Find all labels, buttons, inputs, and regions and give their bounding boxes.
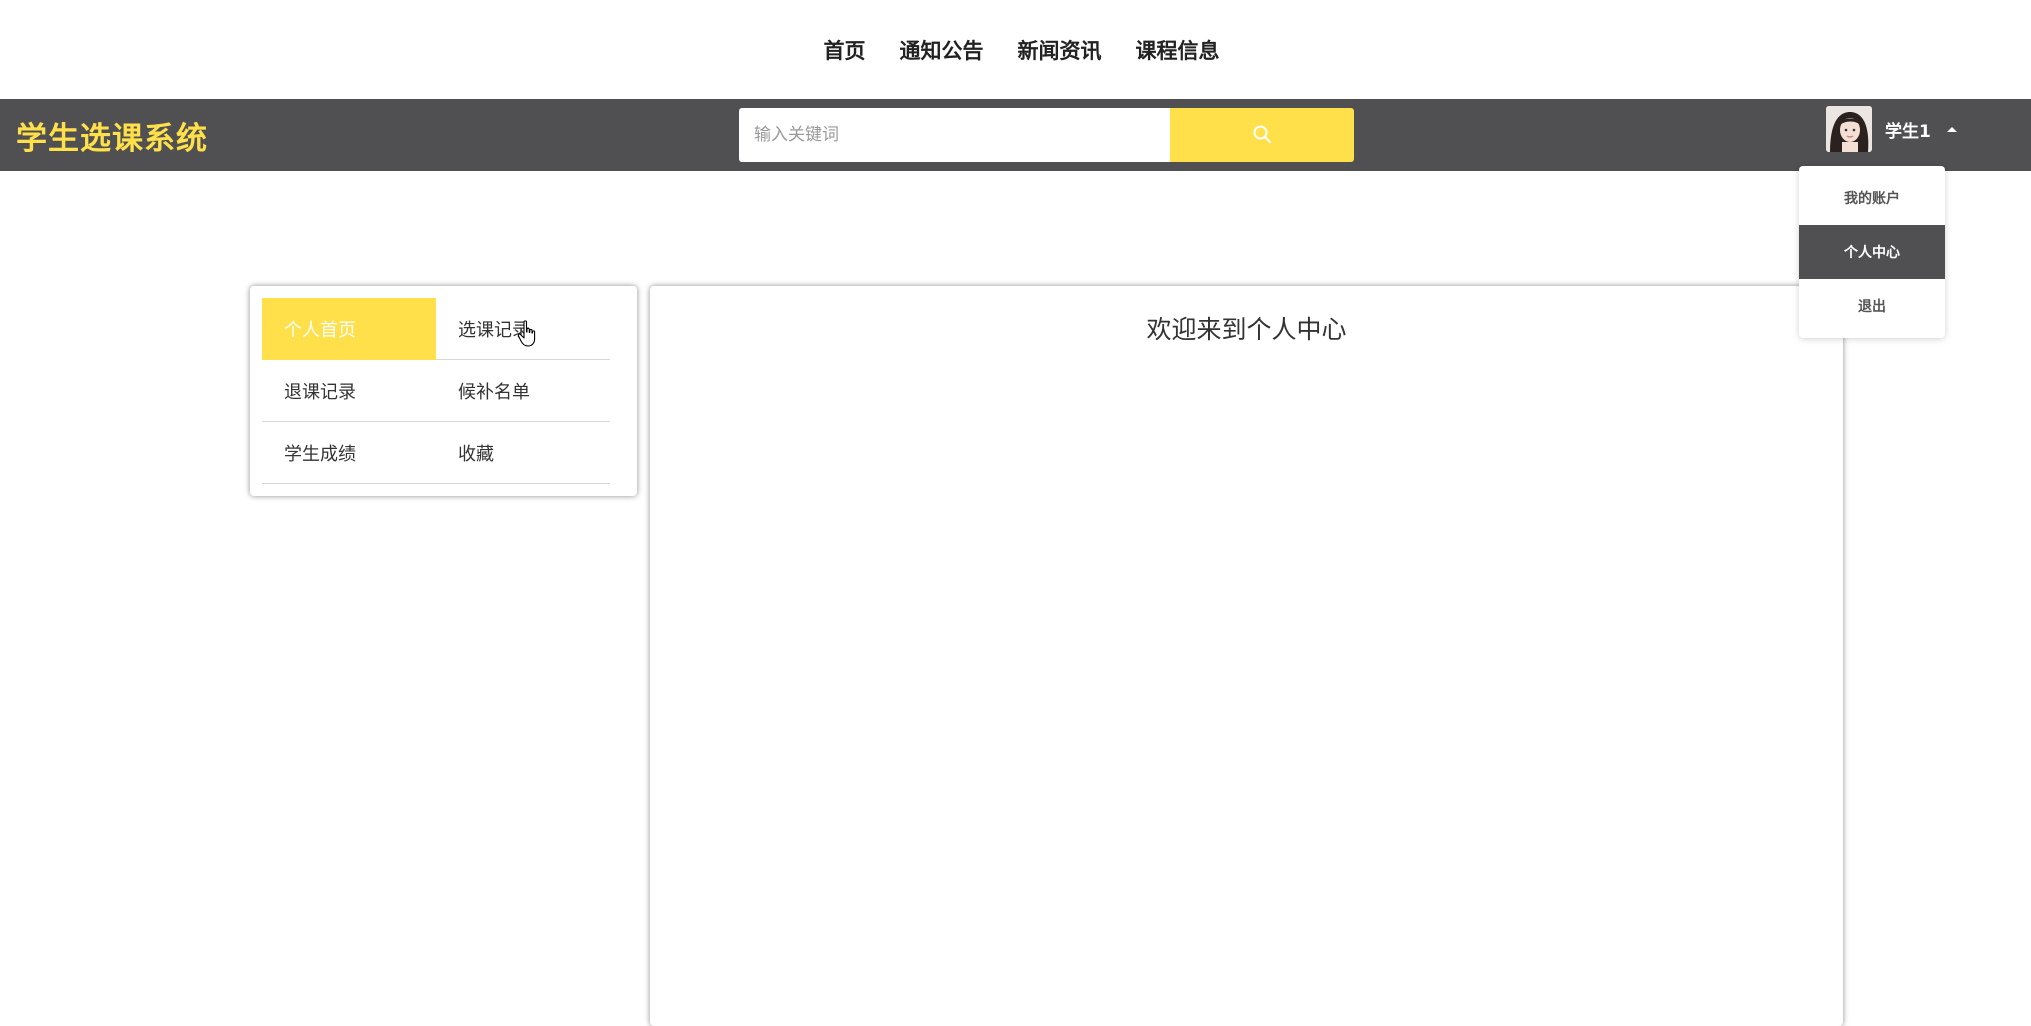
menu-my-account[interactable]: 我的账户	[1799, 171, 1945, 225]
menu-grades[interactable]: 学生成绩	[262, 422, 436, 484]
site-title: 学生选课系统	[16, 121, 208, 157]
side-menu: 个人首页 选课记录 退课记录 候补名单 学生成绩 收藏	[250, 286, 637, 496]
menu-drop-records[interactable]: 退课记录	[262, 360, 436, 422]
menu-personal-home[interactable]: 个人首页	[262, 298, 436, 360]
page-title: 欢迎来到个人中心	[1146, 315, 1347, 344]
caret-up-icon	[1946, 126, 1957, 132]
nav-courses[interactable]: 课程信息	[1136, 35, 1220, 65]
search-icon	[1252, 124, 1272, 147]
search-box	[739, 108, 1354, 162]
nav-news[interactable]: 新闻资讯	[1018, 35, 1102, 65]
menu-logout[interactable]: 退出	[1799, 279, 1945, 333]
menu-waitlist[interactable]: 候补名单	[436, 360, 610, 422]
nav-notices[interactable]: 通知公告	[900, 35, 984, 65]
header-bar: 学生选课系统 学生1	[0, 99, 2031, 171]
search-button[interactable]	[1170, 108, 1354, 162]
user-dropdown: 我的账户 个人中心 退出	[1799, 166, 1945, 338]
username: 学生1	[1885, 121, 1931, 142]
menu-personal-center[interactable]: 个人中心	[1799, 225, 1945, 279]
nav-home[interactable]: 首页	[824, 35, 866, 65]
menu-favorites[interactable]: 收藏	[436, 422, 610, 484]
content-panel: 欢迎来到个人中心	[650, 286, 1843, 1026]
search-input[interactable]	[739, 108, 1170, 162]
user-menu-toggle[interactable]: 学生1	[1826, 106, 1957, 152]
top-nav: 首页 通知公告 新闻资讯 课程信息	[0, 0, 2031, 99]
hand-cursor-icon	[517, 320, 539, 352]
avatar	[1826, 106, 1872, 152]
